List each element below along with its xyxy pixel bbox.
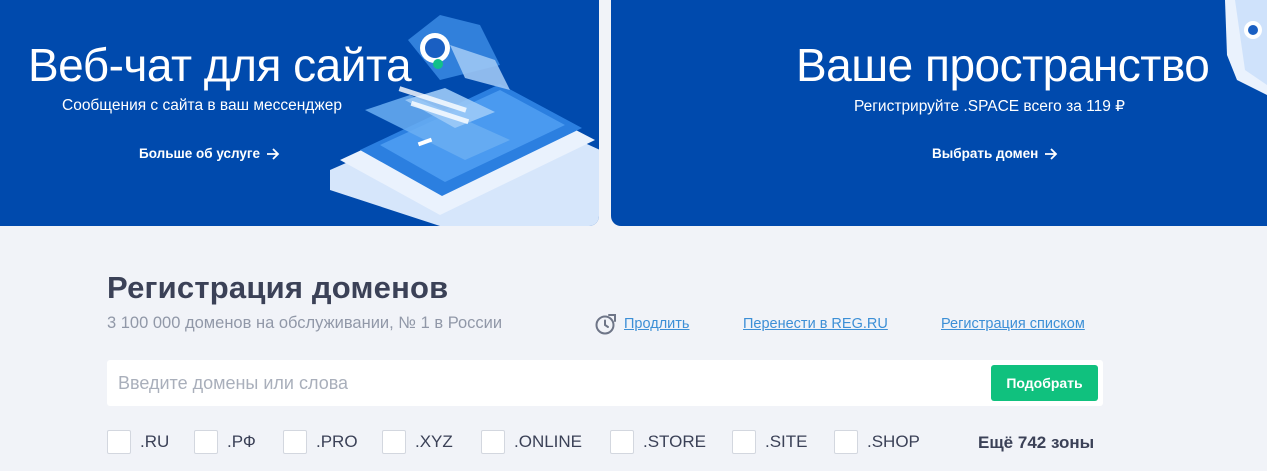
checkbox[interactable] bbox=[382, 430, 406, 454]
zone-checkbox-online[interactable]: .ONLINE bbox=[481, 430, 582, 454]
zone-label: .РФ bbox=[227, 432, 256, 451]
search-button[interactable]: Подобрать bbox=[991, 365, 1098, 401]
checkbox[interactable] bbox=[481, 430, 505, 454]
zone-checkbox-site[interactable]: .SITE bbox=[732, 430, 808, 454]
page-title: Регистрация доменов bbox=[107, 270, 449, 305]
banner-link-choose-domain[interactable]: Выбрать домен bbox=[932, 146, 1058, 161]
banner-webchat[interactable]: Веб-чат для сайта Сообщения с сайта в ва… bbox=[0, 0, 599, 226]
banner-subtitle: Сообщения с сайта в ваш мессенджер bbox=[62, 97, 342, 114]
clock-icon bbox=[595, 314, 616, 335]
renew-link[interactable]: Продлить bbox=[624, 316, 689, 332]
domain-search-input[interactable] bbox=[107, 360, 977, 406]
corner-illustration bbox=[1225, 0, 1267, 95]
banner-link-label: Больше об услуге bbox=[139, 146, 261, 161]
checkbox[interactable] bbox=[283, 430, 307, 454]
checkbox[interactable] bbox=[610, 430, 634, 454]
more-zones-link[interactable]: Ещё 742 зоны bbox=[978, 433, 1094, 453]
bulk-registration-link[interactable]: Регистрация списком bbox=[941, 316, 1085, 332]
zone-label: .SITE bbox=[765, 432, 808, 451]
zone-checkbox-pro[interactable]: .PRO bbox=[283, 430, 358, 454]
banner-space[interactable]: Ваше пространство Регистрируйте .SPACE в… bbox=[611, 0, 1267, 226]
checkbox[interactable] bbox=[732, 430, 756, 454]
arrow-right-icon bbox=[267, 147, 280, 160]
banner-subtitle: Регистрируйте .SPACE всего за 119 ₽ bbox=[854, 98, 1126, 115]
zone-checkbox-rf[interactable]: .РФ bbox=[194, 430, 256, 454]
zone-checkbox-shop[interactable]: .SHOP bbox=[834, 430, 920, 454]
checkbox[interactable] bbox=[107, 430, 131, 454]
transfer-link[interactable]: Перенести в REG.RU bbox=[743, 316, 888, 332]
banner-link-more[interactable]: Больше об услуге bbox=[139, 146, 280, 161]
banner-title: Ваше пространство bbox=[796, 39, 1210, 91]
domains-subtitle: 3 100 000 доменов на обслуживании, № 1 в… bbox=[107, 314, 503, 332]
arrow-right-icon bbox=[1045, 147, 1058, 160]
chat-phone-illustration bbox=[330, 15, 599, 226]
banner-title: Веб-чат для сайта bbox=[28, 39, 412, 91]
zone-filter-list: .RU .РФ .PRO .XYZ .ONLINE .STORE .SITE .… bbox=[0, 430, 1267, 456]
zone-label: .PRO bbox=[316, 432, 358, 451]
checkbox[interactable] bbox=[194, 430, 218, 454]
zone-label: .XYZ bbox=[415, 432, 453, 451]
zone-label: .STORE bbox=[643, 432, 706, 451]
zone-checkbox-ru[interactable]: .RU bbox=[107, 430, 169, 454]
zone-checkbox-store[interactable]: .STORE bbox=[610, 430, 706, 454]
checkbox[interactable] bbox=[834, 430, 858, 454]
zone-label: .RU bbox=[140, 432, 170, 451]
domain-search-form: Подобрать bbox=[107, 360, 1103, 406]
banner-link-label: Выбрать домен bbox=[932, 146, 1039, 161]
zone-label: .SHOP bbox=[867, 432, 920, 451]
zone-checkbox-xyz[interactable]: .XYZ bbox=[382, 430, 453, 454]
zone-label: .ONLINE bbox=[514, 432, 583, 451]
